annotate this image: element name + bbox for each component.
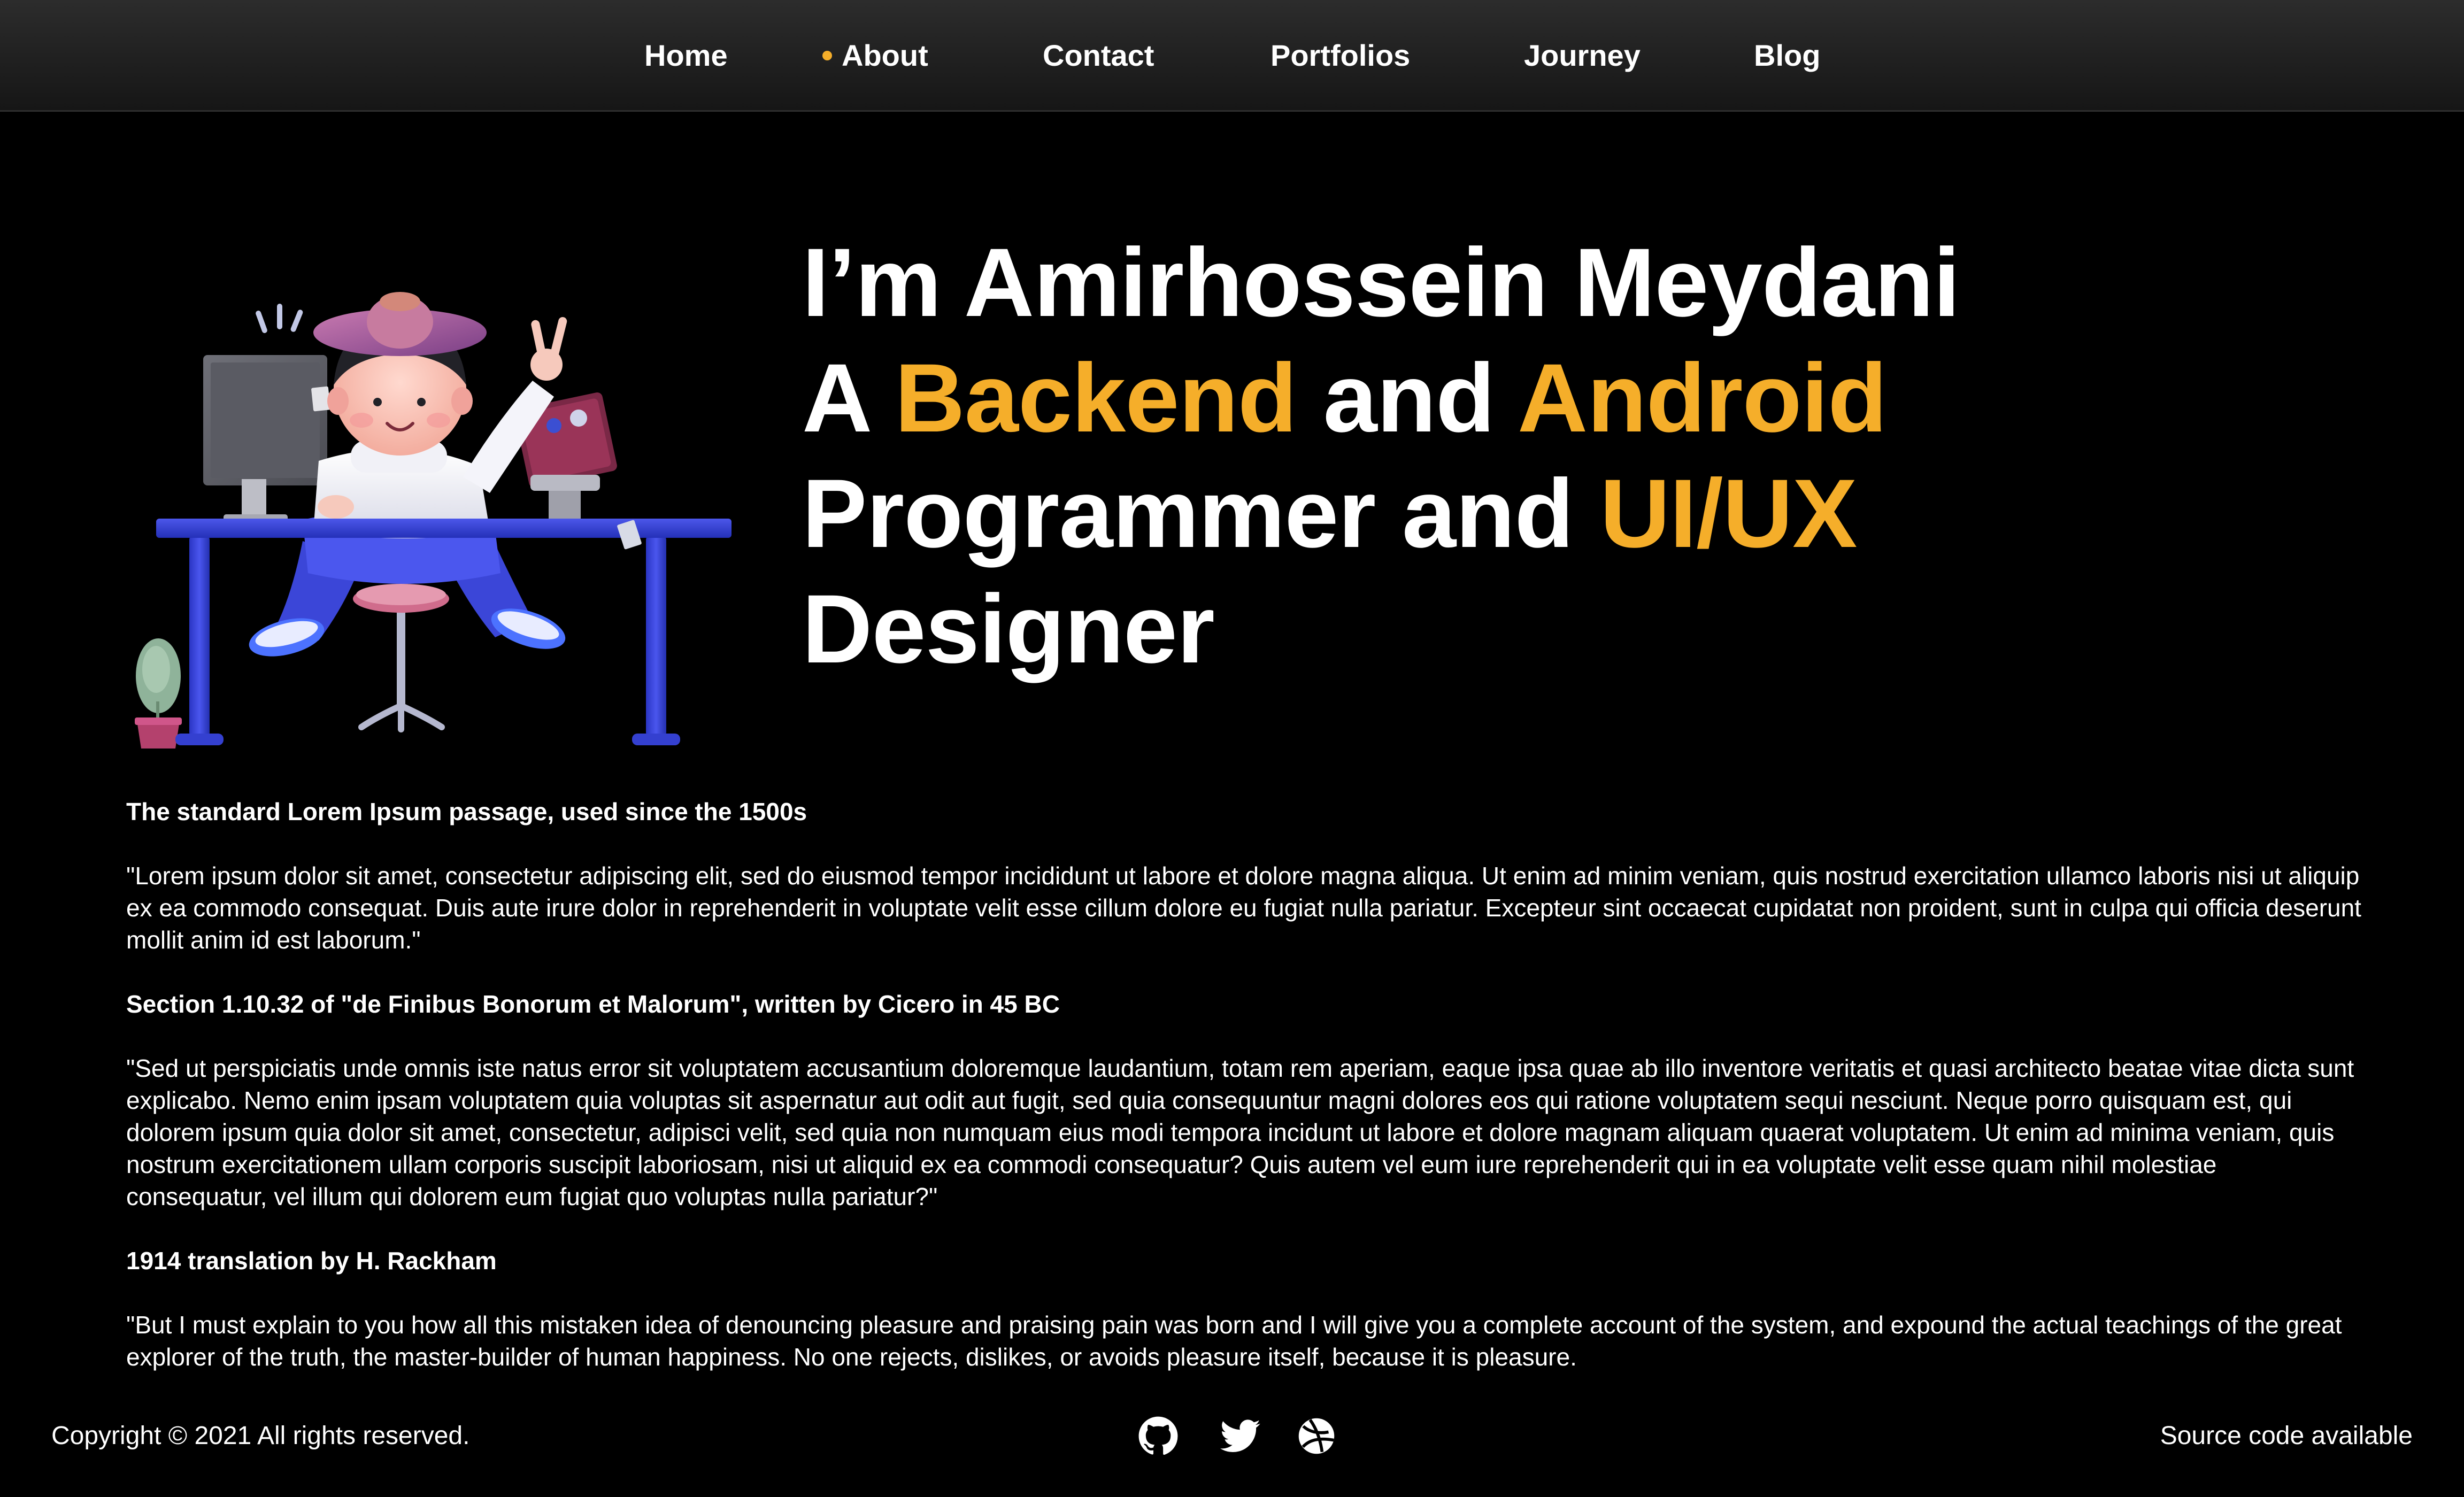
hero-line2-mid: and xyxy=(1296,343,1518,452)
section-heading-2: Section 1.10.32 of "de Finibus Bonorum e… xyxy=(126,990,1060,1018)
section-paragraph-1: "Lorem ipsum dolor sit amet, consectetur… xyxy=(126,862,2361,954)
nav-item-about-label: About xyxy=(842,38,928,72)
github-icon[interactable] xyxy=(1138,1416,1179,1456)
hero-line-designer: Designer xyxy=(802,574,1215,683)
about-content: The standard Lorem Ipsum passage, used s… xyxy=(126,796,2361,1373)
section-heading-3: 1914 translation by H. Rackham xyxy=(126,1247,497,1275)
nav-item-portfolios[interactable]: Portfolios xyxy=(1270,30,1410,81)
nav-item-journey[interactable]: Journey xyxy=(1524,30,1641,81)
nav-item-contact[interactable]: Contact xyxy=(1043,30,1154,81)
nav-item-blog[interactable]: Blog xyxy=(1754,30,1820,81)
nav-item-about[interactable]: About xyxy=(822,30,928,81)
hero-accent-android: Android xyxy=(1517,343,1888,452)
hero-line-name: I’m Amirhossein Meydani xyxy=(802,228,1960,337)
hero-line3-prefix: Programmer and xyxy=(802,459,1600,568)
hero-accent-backend: Backend xyxy=(895,343,1297,452)
twitter-icon[interactable] xyxy=(1220,1416,1261,1456)
nav-item-home[interactable]: Home xyxy=(644,30,728,81)
hero-accent-uiux: UI/UX xyxy=(1600,459,1857,568)
source-code-link[interactable]: Source code available xyxy=(2160,1420,2413,1452)
top-navbar: Home About Contact Portfolios Journey Bl… xyxy=(0,0,2464,112)
section-paragraph-2: "Sed ut perspiciatis unde omnis iste nat… xyxy=(126,1054,2354,1210)
footer-copyright: Copyright © 2021 All rights reserved. xyxy=(51,1422,470,1450)
dribbble-icon[interactable] xyxy=(1296,1416,1337,1456)
developer-at-desk-illustration xyxy=(126,242,741,755)
section-heading-1: The standard Lorem Ipsum passage, used s… xyxy=(126,798,807,825)
hero-title: I’m Amirhossein Meydani A Backend and An… xyxy=(802,225,2192,686)
section-paragraph-3: "But I must explain to you how all this … xyxy=(126,1311,2342,1371)
hero-line2-prefix: A xyxy=(802,343,895,452)
active-dot-icon xyxy=(822,51,832,60)
